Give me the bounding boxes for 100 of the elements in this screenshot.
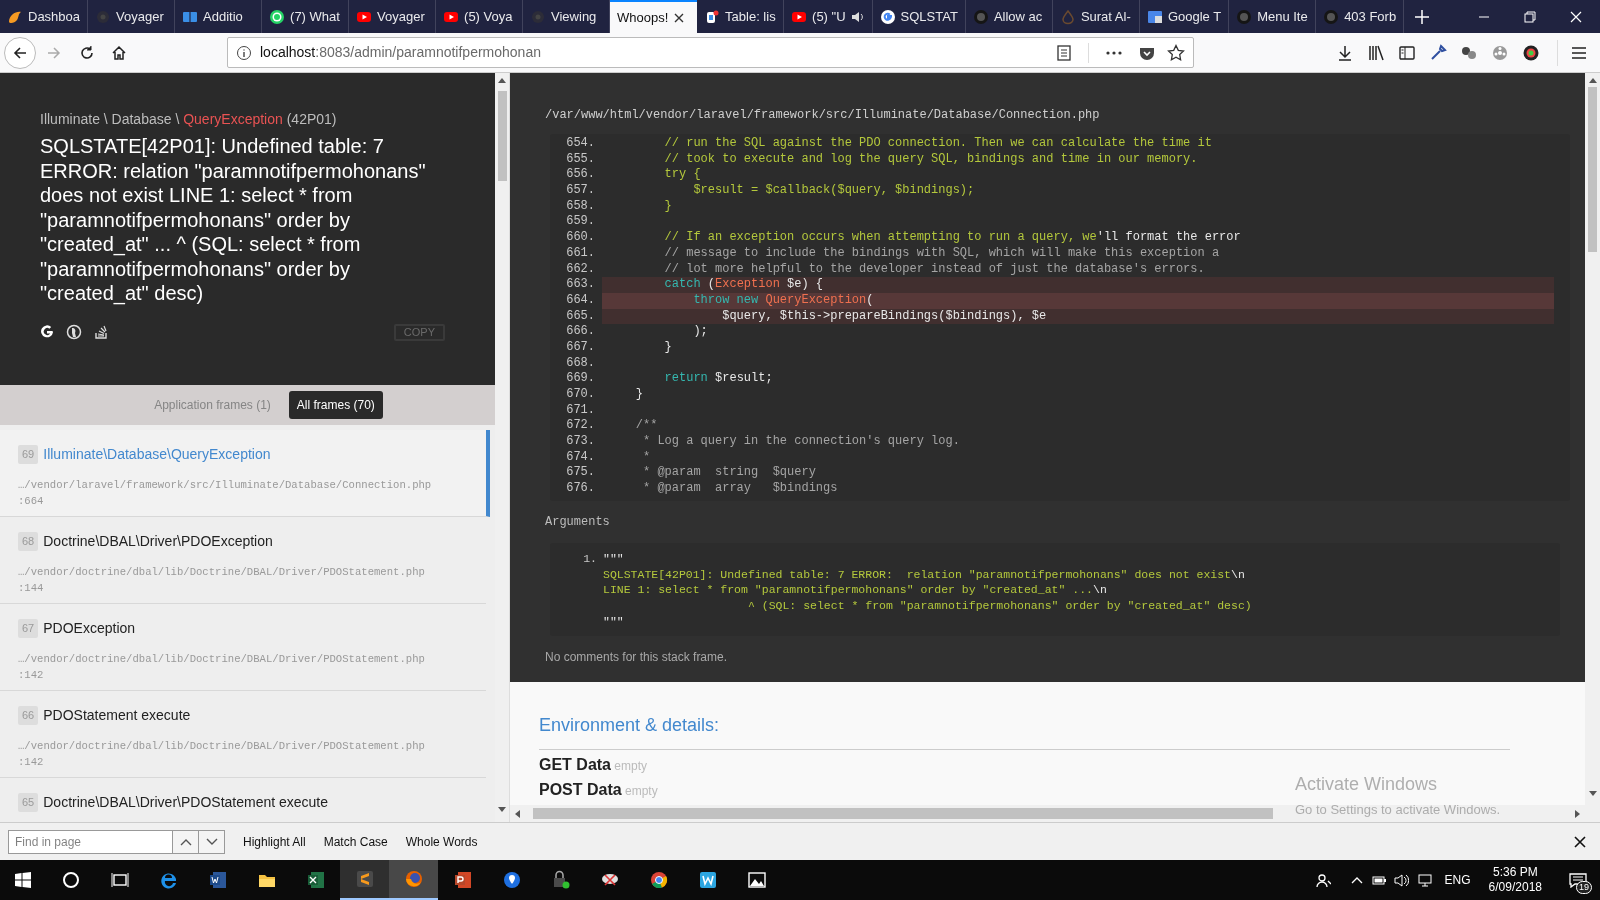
taskbar-button[interactable]	[340, 860, 389, 900]
find-option[interactable]: Match Case	[323, 832, 388, 851]
scroll-down-icon[interactable]	[498, 807, 506, 812]
scrollbar[interactable]	[495, 73, 510, 822]
close-icon[interactable]	[1574, 835, 1586, 848]
file-path: /var/www/html/vendor/laravel/framework/src/Illuminate/Database/Connection.php	[545, 107, 1101, 124]
star-icon[interactable]	[1167, 43, 1185, 62]
horizontal-scrollbar[interactable]	[510, 805, 1585, 822]
find-field[interactable]: Find in page	[8, 829, 173, 854]
frame-filter-tab[interactable]: All frames (70)	[288, 391, 383, 419]
language-indicator[interactable]: ENG	[1444, 871, 1471, 889]
home-icon[interactable]	[111, 44, 127, 61]
line-number: 662.	[565, 261, 596, 278]
network-icon[interactable]	[1416, 872, 1433, 888]
line-number: 672.	[565, 418, 596, 435]
line-number: 667.	[565, 339, 596, 356]
color-wheel-icon[interactable]	[1522, 43, 1540, 62]
code-line: *	[642, 449, 652, 466]
slides-icon	[452, 870, 473, 890]
film-reel-icon[interactable]	[1491, 43, 1509, 62]
code-line: // message to include the bindings with SQL, which will make this exception a	[663, 245, 1221, 262]
image-icon	[746, 870, 767, 890]
people-icon[interactable]	[1314, 872, 1331, 888]
next-button[interactable]	[199, 829, 225, 854]
back-button[interactable]	[4, 36, 36, 69]
frame-class: PDOException	[43, 619, 136, 638]
frame-file-path: …/vendor/doctrine/dbal/lib/Doctrine/DBAL/Driver/PDOStatement.php :144	[18, 565, 426, 596]
windows-icon	[15, 872, 31, 888]
code-line: * Log a query in the connection's query log.	[642, 434, 961, 450]
scrollbar-thumb[interactable]	[533, 808, 1273, 819]
scrollbar-thumb[interactable]	[1588, 87, 1597, 252]
data-section-title: GET Data empty	[539, 755, 648, 775]
close-icon[interactable]	[673, 11, 686, 24]
translate-icon	[1146, 8, 1163, 25]
line-number: 654.	[565, 136, 596, 152]
scroll-up-icon[interactable]	[498, 78, 506, 83]
google-icon[interactable]	[40, 325, 54, 339]
clock-time[interactable]: 5:36 PM	[1492, 865, 1538, 880]
eyedropper-icon[interactable]	[1429, 43, 1447, 62]
info-icon[interactable]	[236, 44, 252, 61]
argument-line: """	[603, 550, 625, 567]
editor-icon	[354, 869, 375, 889]
argument-line: SQLSTATE[42P01]: Undefined table: 7 ERROR: relation "paramnotifpermohonans" does not exist\n	[603, 566, 1246, 583]
line-number: 655.	[565, 151, 596, 168]
exception-message: SQLSTATE[42P01]: Undefined table: 7 ERROR: relation "paramnotifpermohonans" does not exist LINE 1: select * from "paramnotifpermohonans" order by "created_at" ... ^ (SQL: select * from "paramnotifpermohonans" order by "created_at" desc)	[40, 134, 427, 306]
reader-view-icon[interactable]	[1056, 44, 1072, 61]
browser-e-icon	[158, 870, 179, 890]
chevron-down-icon	[205, 837, 218, 846]
section-heading: Environment & details:	[539, 711, 1510, 750]
restore-icon[interactable]	[1524, 10, 1536, 23]
line-number: 656.	[565, 167, 596, 184]
scroll-left-icon[interactable]	[515, 809, 520, 818]
argument-line: LINE 1: select * from "paramnotifpermohonans" order by "created_at" ...\n	[603, 582, 1108, 599]
comments-note: No comments for this stack frame.	[545, 648, 729, 666]
frame-index: 68	[18, 532, 39, 551]
download-icon[interactable]	[1336, 43, 1354, 62]
spreadsheet-icon	[305, 870, 326, 890]
line-number: 665.	[565, 308, 596, 325]
drop-icon	[1059, 8, 1076, 25]
frame-file-path: …/vendor/doctrine/dbal/lib/Doctrine/DBAL/Driver/PDOStatement.php :142	[18, 652, 426, 683]
sidebar-icon[interactable]	[1398, 43, 1416, 62]
code-line: }	[663, 339, 673, 356]
code-line: * @param array $bindings	[642, 481, 839, 497]
frame-class: Doctrine\DBAL\Driver\PDOStatement execute	[43, 793, 329, 812]
line-number: 661.	[565, 245, 596, 262]
scrollbar[interactable]	[1585, 73, 1600, 822]
address-bar[interactable]: localhost:8083/admin/paramnotifpermohonan	[227, 37, 1194, 68]
duck-icon[interactable]	[66, 324, 82, 340]
notification-badge: 19	[1576, 881, 1592, 894]
scrollbar-thumb[interactable]	[497, 91, 507, 181]
browser-tab[interactable]: Whoops!	[610, 0, 698, 33]
back-arrow-icon	[12, 44, 28, 61]
code-line: * @param string $query	[642, 465, 817, 482]
scroll-right-icon[interactable]	[1575, 809, 1580, 818]
frame-index: 69	[18, 445, 39, 464]
frame-class: PDOStatement execute	[43, 706, 191, 725]
url-text: localhost:8083/admin/paramnotifpermohonan	[260, 43, 541, 62]
argument-line: """	[603, 614, 625, 630]
stack-icon[interactable]	[94, 325, 108, 339]
find-option[interactable]: Whole Words	[405, 832, 478, 851]
new-tab-icon[interactable]	[1414, 8, 1431, 25]
code-line: $result = $callback($query, $bindings);	[692, 183, 976, 199]
reload-icon[interactable]	[79, 44, 95, 61]
chevron-up-icon	[179, 837, 192, 846]
find-option[interactable]: Highlight All	[243, 832, 306, 851]
code-line: // If an exception occurs when attempting to run a query, we'll format the error	[663, 230, 1242, 246]
scroll-down-icon[interactable]	[1588, 791, 1597, 796]
previous-button[interactable]	[173, 829, 199, 854]
code-line: }	[663, 198, 673, 215]
activation-title: Activate Windows	[1295, 773, 1439, 796]
w-tile-icon	[697, 870, 718, 890]
line-number: 658.	[565, 198, 596, 215]
argument-line: ^ (SQL: select * from "paramnotifpermohonans" order by "created_at" desc)	[746, 598, 1252, 614]
data-section-title: POST Data empty	[539, 780, 658, 800]
library-icon[interactable]	[1367, 43, 1385, 62]
code-line: // lot more helpful to the developer instead of just the database's errors.	[663, 261, 1206, 278]
scroll-up-icon[interactable]	[1588, 78, 1597, 83]
speaker-icon[interactable]	[1392, 872, 1409, 888]
speaker-icon[interactable]	[850, 9, 865, 24]
clock-date[interactable]: 6/09/2018	[1488, 880, 1542, 895]
